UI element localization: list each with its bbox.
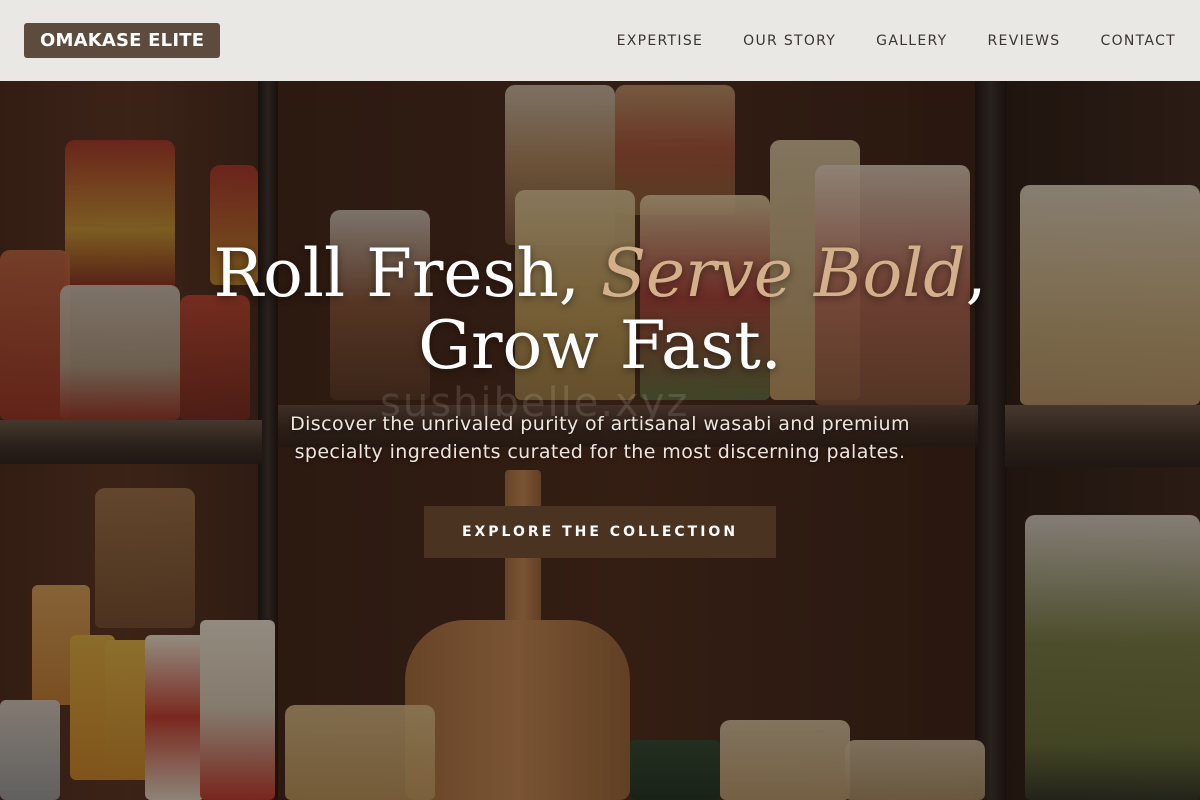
hero-subtitle: Discover the unrivaled purity of artisan… xyxy=(290,413,910,463)
nav-item-contact[interactable]: CONTACT xyxy=(1101,33,1177,49)
nav-item-expertise[interactable]: EXPERTISE xyxy=(617,33,704,49)
headline-text-part2: , xyxy=(965,235,987,312)
headline-text-part1: Roll Fresh, xyxy=(213,235,601,312)
hero-headline: Roll Fresh, Serve Bold, Grow Fast. xyxy=(0,238,1200,382)
explore-collection-button[interactable]: EXPLORE THE COLLECTION xyxy=(424,506,776,558)
headline-accent-text: Serve Bold xyxy=(600,235,966,312)
hero-section: Roll Fresh, Serve Bold, Grow Fast. sushi… xyxy=(0,0,1200,800)
main-nav: EXPERTISE OUR STORY GALLERY REVIEWS CONT… xyxy=(617,33,1176,49)
nav-item-gallery[interactable]: GALLERY xyxy=(876,33,947,49)
nav-item-reviews[interactable]: REVIEWS xyxy=(988,33,1061,49)
nav-item-our-story[interactable]: OUR STORY xyxy=(743,33,836,49)
site-header: OMAKASE ELITE EXPERTISE OUR STORY GALLER… xyxy=(0,0,1200,81)
headline-line2: Grow Fast. xyxy=(418,307,782,384)
brand-logo[interactable]: OMAKASE ELITE xyxy=(24,23,221,58)
